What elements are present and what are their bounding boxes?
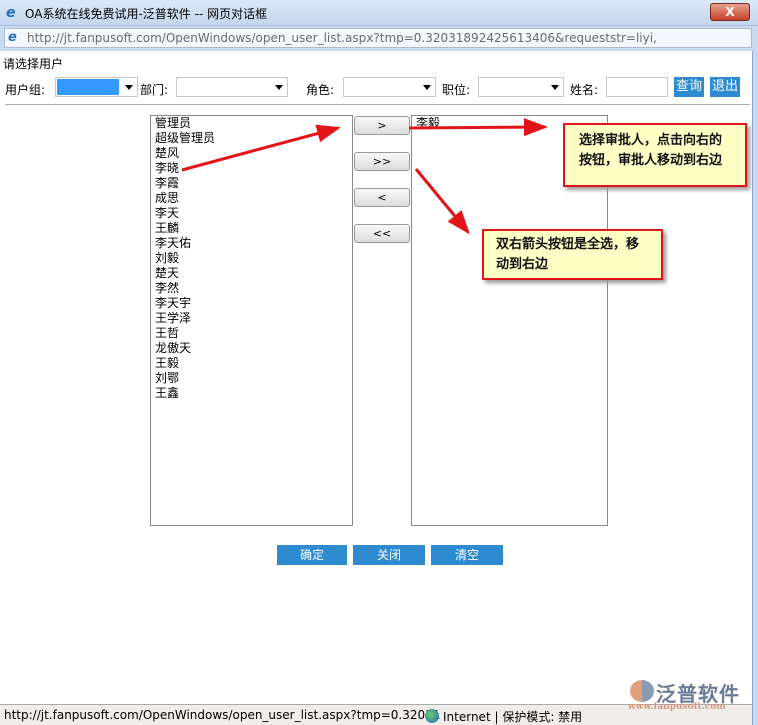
list-item[interactable]: 王学泽 xyxy=(151,311,352,326)
add-all-button[interactable]: >> xyxy=(354,152,410,171)
list-item[interactable]: 管理员 xyxy=(151,116,352,131)
ie-icon: e xyxy=(6,5,16,21)
clear-button[interactable]: 清空 xyxy=(431,545,503,565)
list-item[interactable]: 李天宇 xyxy=(151,296,352,311)
list-item[interactable]: 楚天 xyxy=(151,266,352,281)
role-label: 角色: xyxy=(306,83,335,97)
dept-label: 部门: xyxy=(140,83,169,97)
filter-bar: 用户组: 部门: 角色: 职位: 姓名: 查询 退出 xyxy=(0,77,750,99)
chevron-down-icon xyxy=(275,85,283,90)
list-item[interactable]: 李霞 xyxy=(151,176,352,191)
page-prompt: 请选择用户 xyxy=(3,57,64,71)
list-item[interactable]: 刘毅 xyxy=(151,251,352,266)
position-select[interactable] xyxy=(478,77,564,97)
group-select[interactable] xyxy=(55,77,138,97)
group-label: 用户组: xyxy=(5,83,46,97)
remove-button[interactable]: < xyxy=(354,188,410,207)
address-bar: e http://jt.fanpusoft.com/OpenWindows/op… xyxy=(0,26,758,51)
available-users-list[interactable]: 管理员 超级管理员 楚风 李晓 李霞 成思 李天 王麟 李天佑 刘毅 楚天 李然 李天宇 王学泽 王哲 龙傲天… xyxy=(150,115,353,526)
close-dialog-button[interactable]: 关闭 xyxy=(353,545,425,565)
address-field: e http://jt.fanpusoft.com/OpenWindows/op… xyxy=(4,28,752,48)
status-zone-text: Internet | 保护模式: 禁用 xyxy=(443,710,583,724)
watermark-logo: 泛普软件 www.fanpusoft.com xyxy=(626,678,750,718)
name-label: 姓名: xyxy=(570,83,599,97)
list-item[interactable]: 楚风 xyxy=(151,146,352,161)
ie-icon: e xyxy=(8,30,17,45)
title-bar: e OA系统在线免费试用-泛普软件 -- 网页对话框 X xyxy=(0,0,758,26)
list-item[interactable]: 王鑫 xyxy=(151,386,352,401)
list-item[interactable]: 超级管理员 xyxy=(151,131,352,146)
list-item[interactable]: 王毅 xyxy=(151,356,352,371)
dept-select[interactable] xyxy=(176,77,288,97)
status-url: http://jt.fanpusoft.com/OpenWindows/open… xyxy=(4,708,441,722)
role-select[interactable] xyxy=(343,77,436,97)
list-item[interactable]: 李晓 xyxy=(151,161,352,176)
globe-icon xyxy=(425,709,439,723)
window-border xyxy=(752,51,758,725)
add-button[interactable]: > xyxy=(354,116,410,135)
list-item[interactable]: 王麟 xyxy=(151,221,352,236)
list-item[interactable]: 王哲 xyxy=(151,326,352,341)
exit-button[interactable]: 退出 xyxy=(710,77,740,97)
divider xyxy=(5,104,750,105)
chevron-down-icon xyxy=(551,85,559,90)
close-button[interactable]: X xyxy=(710,3,750,21)
logo-site: www.fanpusoft.com xyxy=(628,702,726,712)
annotation-arrows xyxy=(181,118,548,235)
list-item[interactable]: 成思 xyxy=(151,191,352,206)
list-item[interactable]: 李然 xyxy=(151,281,352,296)
callout-single: 选择审批人，点击向右的按钮，审批人移动到右边 xyxy=(563,123,747,187)
callout-all: 双右箭头按钮是全选，移动到右边 xyxy=(482,229,663,280)
list-item[interactable]: 刘鄂 xyxy=(151,371,352,386)
window-title: OA系统在线免费试用-泛普软件 -- 网页对话框 xyxy=(25,7,268,21)
status-zone: Internet | 保护模式: 禁用 xyxy=(425,708,582,725)
address-url: http://jt.fanpusoft.com/OpenWindows/open… xyxy=(27,31,657,45)
list-item[interactable]: 龙傲天 xyxy=(151,341,352,356)
list-item[interactable]: 李天佑 xyxy=(151,236,352,251)
remove-all-button[interactable]: << xyxy=(354,224,410,243)
search-button[interactable]: 查询 xyxy=(674,77,704,97)
ok-button[interactable]: 确定 xyxy=(277,545,347,565)
list-item[interactable]: 李天 xyxy=(151,206,352,221)
name-input[interactable] xyxy=(606,77,668,97)
chevron-down-icon xyxy=(423,85,431,90)
chevron-down-icon xyxy=(125,85,133,90)
position-label: 职位: xyxy=(442,83,471,97)
logo-mark-icon xyxy=(630,680,654,702)
